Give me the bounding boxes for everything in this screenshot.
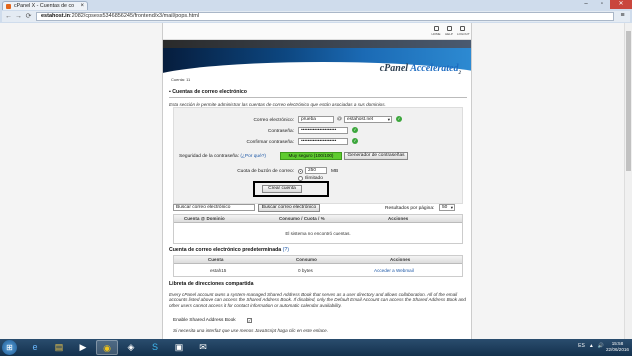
cpanel-page: HOME HELP LOGOUT cPanel Accelerated2 Cue…	[162, 23, 472, 339]
url-host: estahost.in	[41, 13, 71, 19]
default-table-header: Cuenta Consumo Acciones	[174, 256, 462, 264]
col-default-actions: Acciones	[390, 257, 411, 262]
cpanel-topbar: HOME HELP LOGOUT	[163, 23, 471, 40]
default-account-title: Cuenta de correo electrónico predetermin…	[169, 247, 289, 253]
create-account-button[interactable]: Crear cuenta	[262, 185, 302, 193]
window-controls: – ▫ ✕	[578, 0, 632, 9]
browser-tab[interactable]: cPanel X - Cuentas de co ×	[2, 1, 88, 10]
webmail-link[interactable]: Acceder a Webmail	[374, 268, 414, 273]
enable-address-book-label: Enable Shared Address Book	[173, 318, 236, 323]
add-account-form: Correo electrónico: prueba @ estahost.ne…	[173, 107, 463, 204]
strength-label: Seguridad de la contraseña: (¿Por qué?)	[179, 154, 266, 159]
col-actions: Acciones	[388, 216, 409, 221]
default-account-usage: 0 bytes	[298, 268, 313, 273]
at-sign: @	[337, 117, 342, 122]
per-page-select[interactable]: 50	[439, 204, 455, 211]
home-icon[interactable]: HOME	[431, 26, 441, 36]
language-indicator[interactable]: ES	[578, 343, 585, 349]
cpanel-logo: cPanel Accelerated2	[379, 63, 461, 76]
window-icon[interactable]: ▣	[168, 340, 190, 355]
page-scrollbar[interactable]	[624, 23, 632, 339]
chrome-icon[interactable]: ◉	[96, 340, 118, 355]
password-input[interactable]: •••••••••••••••••••••	[298, 127, 348, 134]
address-book-title: Libreta de direcciones compartida	[169, 281, 254, 287]
ie-icon[interactable]: e	[24, 340, 46, 355]
quota-limited-radio[interactable]	[298, 169, 303, 174]
password-label: Contraseña:	[267, 129, 294, 134]
logout-icon[interactable]: LOGOUT	[457, 26, 470, 36]
system-tray: ES ▲ 🔊	[578, 343, 604, 349]
help-link[interactable]: (?)	[283, 247, 289, 253]
url-field[interactable]: estahost.in:2082/cpsess5346856245/fronte…	[36, 12, 614, 21]
col-account[interactable]: Cuenta @ Dominio	[184, 216, 225, 221]
quota-unit: MB	[331, 169, 339, 174]
scrollbar-thumb[interactable]	[626, 31, 631, 171]
domain-select[interactable]: estahost.net	[344, 116, 392, 123]
browser-chrome: cPanel X - Cuentas de co × – ▫ ✕ ← → ⟳ e…	[0, 0, 632, 23]
address-book-text: Every cPanel account owns a system-manag…	[169, 292, 466, 308]
table-row: estah15 0 bytes Acceder a Webmail	[174, 264, 462, 277]
valid-check-icon: ✓	[352, 127, 358, 133]
password-generator-button[interactable]: Generador de contraseñas	[344, 152, 408, 160]
page-title: ▪ Cuentas de correo electrónico	[169, 89, 467, 98]
empty-message: El sistema no encontró cuentas.	[285, 231, 351, 236]
url-path: :2082/cpsess5346856245/frontend/x3/mail/…	[70, 13, 200, 19]
skype-icon[interactable]: S	[144, 340, 166, 355]
confirm-password-input[interactable]: •••••••••••••••••••••	[298, 138, 348, 145]
confirm-password-label: Confirmar contraseña:	[246, 140, 294, 145]
maximize-button[interactable]: ▫	[594, 0, 610, 9]
volume-icon[interactable]: 🔊	[598, 343, 604, 349]
accounts-table-header: Cuenta @ Dominio Consumo / Cuota / % Acc…	[174, 215, 462, 223]
default-account-table: Cuenta Consumo Acciones estah15 0 bytes …	[173, 255, 463, 277]
col-usage[interactable]: Consumo / Cuota / %	[279, 216, 325, 221]
close-window-button[interactable]: ✕	[610, 0, 632, 9]
help-icon[interactable]: HELP	[444, 26, 454, 36]
search-input[interactable]: Buscar correo electrónico	[173, 204, 255, 211]
address-book-section: Libreta de direcciones compartida Every …	[169, 281, 467, 308]
back-icon[interactable]: ←	[4, 12, 13, 21]
default-account-section: Cuenta de correo electrónico predetermin…	[169, 247, 467, 255]
quota-label: Cuota de buzón de correo:	[237, 169, 294, 174]
col-default-usage: Consumo	[296, 257, 317, 262]
reload-icon[interactable]: ⟳	[24, 12, 33, 21]
mail-icon[interactable]: ✉	[192, 340, 214, 355]
cpanel-banner: cPanel Accelerated2	[163, 40, 471, 76]
minimize-button[interactable]: –	[578, 0, 594, 9]
email-input[interactable]: prueba	[298, 116, 334, 123]
enable-address-book-checkbox[interactable]: ✓	[247, 318, 252, 323]
default-account-name: estah15	[210, 268, 227, 273]
clock[interactable]: 15:58 22/06/2016	[606, 341, 629, 353]
explorer-icon[interactable]: ▤	[48, 340, 70, 355]
address-bar-row: ← → ⟳ estahost.in:2082/cpsess5346856245/…	[2, 11, 630, 22]
windows-taskbar: ⊞ e ▤ ▶ ◉ ◈ S ▣ ✉ ES ▲ 🔊 15:58 22/06/201…	[0, 339, 632, 356]
quota-input[interactable]: 250	[305, 167, 327, 174]
email-accounts-section: ▪ Cuentas de correo electrónico Esta sec…	[169, 89, 467, 107]
js-note: Si necesita una interfaz que use menos J…	[173, 328, 329, 333]
password-strength-meter: Muy seguro (100/100)	[280, 152, 342, 160]
browser-menu-icon[interactable]: ≡	[618, 12, 627, 21]
account-line: Cuenta: 11	[171, 77, 191, 82]
email-label: Correo electrónico:	[253, 118, 294, 123]
valid-check-icon: ✓	[352, 138, 358, 144]
tray-expand-icon[interactable]: ▲	[589, 343, 594, 349]
clock-date: 22/06/2016	[606, 347, 629, 352]
app-icon[interactable]: ◈	[120, 340, 142, 355]
why-link[interactable]: (¿Por qué?)	[240, 154, 266, 159]
accounts-table: Cuenta @ Dominio Consumo / Cuota / % Acc…	[173, 214, 463, 244]
valid-check-icon: ✓	[396, 116, 402, 122]
col-default-account: Cuenta	[208, 257, 224, 262]
forward-icon[interactable]: →	[14, 12, 23, 21]
per-page-label: Resultados por página:	[385, 206, 435, 211]
tab-close-icon[interactable]: ×	[80, 2, 84, 10]
search-button[interactable]: Buscar correo electrónico	[258, 204, 320, 212]
cpanel-favicon-icon	[6, 4, 11, 9]
media-player-icon[interactable]: ▶	[72, 340, 94, 355]
tab-title: cPanel X - Cuentas de co	[14, 3, 75, 9]
start-button[interactable]: ⊞	[2, 340, 17, 355]
